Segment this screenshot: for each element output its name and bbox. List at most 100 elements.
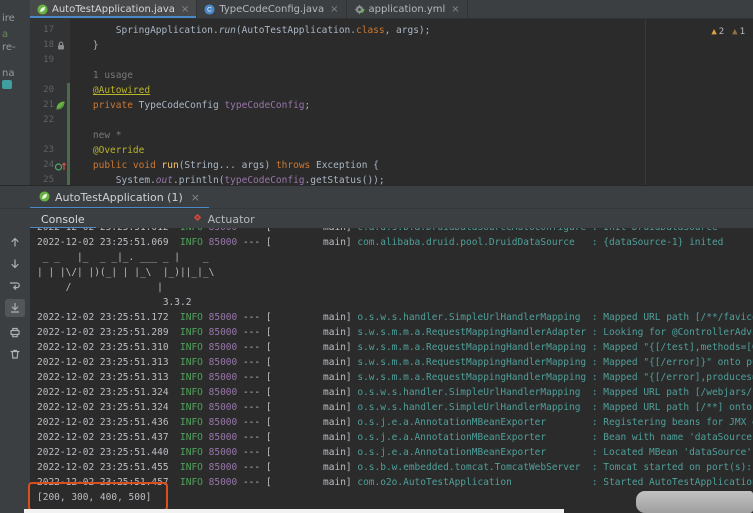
editor-tab-typecodeconfig-java[interactable]: C TypeCodeConfig.java × xyxy=(197,0,347,18)
code-text: new * xyxy=(70,130,122,141)
log-line: 2022-12-02 23:25:51.457 INFO 85000 --- [… xyxy=(37,477,753,488)
line-number: 21 xyxy=(43,100,54,110)
code-text: public void run(String... args) throws E… xyxy=(92,160,379,171)
code-text: 1 usage xyxy=(70,70,133,81)
warning-strong-count: 2 xyxy=(718,27,725,37)
bean-icon[interactable] xyxy=(54,98,67,113)
ide-window: ireare-nan: AutoTestApplication.java×CTy… xyxy=(0,0,753,513)
log-line: 2022-12-02 23:25:51.455 INFO 85000 --- [… xyxy=(37,462,753,473)
code-text: @Override xyxy=(92,145,145,156)
log-line: 2022-12-02 23:25:51.289 INFO 85000 --- [… xyxy=(37,327,753,338)
tab-console[interactable]: Console xyxy=(30,209,96,229)
gutter-slot xyxy=(54,68,67,83)
soft-wrap-icon[interactable] xyxy=(5,277,25,295)
line-number: 23 xyxy=(43,145,54,155)
tree-fragment: re- xyxy=(2,42,16,53)
actuator-tab-label: Actuator xyxy=(207,212,255,226)
tab-label: AutoTestApplication.java xyxy=(52,3,175,15)
line-number: 24 xyxy=(43,160,54,170)
lock-icon[interactable] xyxy=(54,38,67,53)
log-line: 2022-12-02 23:25:51.313 INFO 85000 --- [… xyxy=(37,372,753,383)
tree-fragment: na xyxy=(2,68,15,79)
code-text: @Autowired xyxy=(92,85,151,96)
up-stack-icon[interactable] xyxy=(5,233,25,251)
line-number: 22 xyxy=(43,115,54,125)
inspection-widget[interactable]: ▲ 2 ▲ 1 xyxy=(711,25,745,40)
code-area[interactable]: 17 SpringApplication.run(AutoTestApplica… xyxy=(30,19,753,189)
tab-label: application.yml xyxy=(368,3,446,15)
spring-boot-run-icon xyxy=(39,190,50,205)
print-icon[interactable] xyxy=(5,323,25,341)
run-tab-label: AutoTestApplication (1) xyxy=(55,191,183,204)
spring-boot-icon xyxy=(37,3,48,15)
run-views-row: Console Actuator xyxy=(0,208,753,229)
console-log-rows: 2022-12-02 23:25:51.012 INFO 85000 --- [… xyxy=(30,228,753,505)
line-number xyxy=(30,68,54,83)
close-icon[interactable]: × xyxy=(191,191,200,204)
gutter-slot xyxy=(54,113,67,128)
warning-weak[interactable]: ▲ 1 xyxy=(732,25,745,40)
console-log-area[interactable]: 2022-12-02 23:25:51.012 INFO 85000 --- [… xyxy=(30,228,753,513)
log-line: 2022-12-02 23:25:51.324 INFO 85000 --- [… xyxy=(37,402,753,413)
code-text: private TypeCodeConfig typeCodeConfig; xyxy=(92,100,311,111)
editor-pane: AutoTestApplication.java × C TypeCodeConfig… xyxy=(30,0,753,189)
weak-warning-icon: ▲ xyxy=(732,27,738,37)
close-icon[interactable]: × xyxy=(181,4,189,15)
code-text: } xyxy=(70,40,99,51)
gutter-slot xyxy=(54,53,67,68)
screenshot-edge-strip xyxy=(24,509,564,513)
gutter-slot xyxy=(54,83,67,98)
banner-line: / | xyxy=(37,282,163,293)
actuator-icon xyxy=(192,212,203,226)
tree-fragment: ire xyxy=(2,13,15,24)
spring-config-icon xyxy=(353,3,365,15)
clear-icon[interactable] xyxy=(5,345,25,363)
line-number: 17 xyxy=(43,25,54,35)
scroll-end-icon[interactable] xyxy=(5,299,25,317)
tab-actuator[interactable]: Actuator xyxy=(181,209,266,229)
log-line: 2022-12-02 23:25:51.069 INFO 85000 --- [… xyxy=(37,237,724,248)
right-margin-guide xyxy=(645,19,646,189)
log-line: 2022-12-02 23:25:51.436 INFO 85000 --- [… xyxy=(37,417,753,428)
warning-strong[interactable]: ▲ 2 xyxy=(711,25,724,40)
line-number: 18 xyxy=(43,40,54,50)
log-line: 2022-12-02 23:25:51.310 INFO 85000 --- [… xyxy=(37,342,753,353)
gutter-slot xyxy=(54,23,67,38)
banner-line: 3.3.2 xyxy=(37,297,192,308)
run-tab-autotestapplication[interactable]: AutoTestApplication (1) × xyxy=(30,186,209,209)
svg-text:C: C xyxy=(207,6,212,13)
redaction-smudge xyxy=(636,491,753,513)
java-class-icon: C xyxy=(204,3,215,15)
log-line: 2022-12-02 23:25:51.324 INFO 85000 --- [… xyxy=(37,387,753,398)
line-number: 20 xyxy=(43,85,54,95)
tree-fragment xyxy=(2,80,12,89)
gutter-slot xyxy=(54,143,67,158)
gutter-slot xyxy=(54,128,67,143)
close-icon[interactable]: × xyxy=(451,4,459,15)
log-line: 2022-12-02 23:25:51.313 INFO 85000 --- [… xyxy=(37,357,753,368)
run-tool-window-header: AutoTestApplication (1) × xyxy=(0,185,753,209)
log-line: 2022-12-02 23:25:51.012 INFO 85000 --- [… xyxy=(37,228,753,235)
log-line: 2022-12-02 23:25:51.437 INFO 85000 --- [… xyxy=(37,432,753,443)
down-stack-icon[interactable] xyxy=(5,255,25,273)
warning-icon: ▲ xyxy=(711,27,717,37)
editor-tab-application-yml[interactable]: application.yml × xyxy=(347,0,468,18)
banner-line: _ _ |_ _ _|_. ___ _ | _ xyxy=(37,252,209,263)
editor-tab-autotestapplication-java[interactable]: AutoTestApplication.java × xyxy=(30,0,198,18)
warning-weak-count: 1 xyxy=(739,27,745,37)
project-panel-sliver: ireare-nan: xyxy=(0,0,30,513)
line-number xyxy=(30,128,54,143)
override-icon[interactable] xyxy=(54,158,67,173)
close-icon[interactable]: × xyxy=(330,4,338,15)
editor-tab-bar: AutoTestApplication.java × C TypeCodeConfig… xyxy=(30,0,753,19)
log-line: 2022-12-02 23:25:51.172 INFO 85000 --- [… xyxy=(37,312,753,323)
log-line: 2022-12-02 23:25:51.440 INFO 85000 --- [… xyxy=(37,447,753,458)
tab-label: TypeCodeConfig.java xyxy=(219,3,325,15)
console-tab-label: Console xyxy=(41,212,85,226)
banner-line: | | |\/| |)(_| | |_\ |_)||_|_\ xyxy=(37,267,215,278)
line-number: 19 xyxy=(43,55,54,65)
tree-fragment: a xyxy=(2,29,9,40)
code-text: SpringApplication.run(AutoTestApplicatio… xyxy=(70,25,431,36)
